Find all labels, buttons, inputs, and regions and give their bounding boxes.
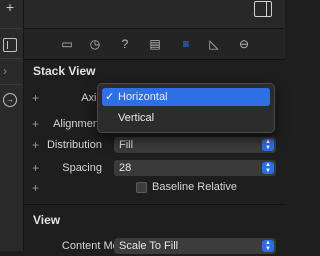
spacing-label: Spacing [62, 162, 102, 174]
distribution-value: Fill [119, 139, 134, 151]
toolbar [24, 0, 285, 29]
divider [0, 58, 22, 59]
spacing-value: 28 [119, 162, 132, 174]
plus-icon[interactable]: + [32, 138, 39, 152]
divider [0, 84, 22, 85]
content-mode-popup[interactable]: Scale To Fill ▲ ▼ [114, 238, 276, 254]
menu-item-horizontal[interactable]: ✓ Horizontal [102, 88, 270, 106]
chevron-right-icon[interactable]: › [3, 64, 17, 78]
navigator-strip: + › → [0, 0, 24, 251]
baseline-relative-label: Baseline Relative [152, 181, 237, 193]
distribution-popup[interactable]: Fill ▲ ▼ [114, 137, 276, 153]
axis-dropdown-menu: ✓ Horizontal Vertical [97, 83, 275, 133]
section-title-stack-view: Stack View [33, 64, 96, 78]
section-divider [24, 204, 285, 205]
navigate-forward-icon[interactable]: → [3, 93, 17, 107]
menu-item-label: Horizontal [118, 91, 168, 103]
menu-item-label: Vertical [118, 112, 155, 124]
ruler-icon[interactable]: ◺ [207, 37, 221, 51]
plus-icon[interactable]: + [32, 181, 39, 195]
clock-icon[interactable]: ◷ [88, 37, 102, 51]
question-icon[interactable]: ? [118, 37, 132, 51]
library-icon[interactable] [3, 38, 17, 52]
plus-icon[interactable]: + [32, 161, 39, 175]
document-icon[interactable]: ▭ [60, 37, 74, 51]
sliders-icon[interactable]: ≡ [179, 37, 193, 51]
baseline-row: + Baseline Relative [24, 178, 285, 198]
plus-icon[interactable]: + [32, 91, 39, 105]
spacing-field[interactable]: 28 ▲ ▼ [114, 160, 276, 176]
stepper-icon[interactable]: ▲ ▼ [262, 162, 274, 174]
updown-chevron-icon: ▲ ▼ [262, 139, 274, 151]
menu-item-vertical[interactable]: Vertical [102, 109, 270, 127]
distribution-label: Distribution [46, 139, 102, 151]
plus-icon[interactable]: + [32, 117, 39, 131]
section-title-view: View [33, 213, 61, 227]
arrow-circle-icon[interactable]: ⊖ [237, 37, 251, 51]
content-mode-value: Scale To Fill [119, 240, 179, 252]
alignment-label: Alignment [53, 118, 102, 130]
divider [0, 28, 22, 29]
sidebar-toggle-icon[interactable] [254, 1, 272, 17]
checkmark-icon: ✓ [105, 91, 115, 103]
inspector-tab-bar: ▭ ◷ ? ▤ ≡ ◺ ⊖ [24, 29, 285, 60]
baseline-relative-checkbox[interactable] [136, 182, 147, 193]
plus-icon[interactable]: + [3, 0, 17, 15]
id-card-icon[interactable]: ▤ [148, 37, 162, 51]
updown-chevron-icon: ▲ ▼ [262, 240, 274, 252]
